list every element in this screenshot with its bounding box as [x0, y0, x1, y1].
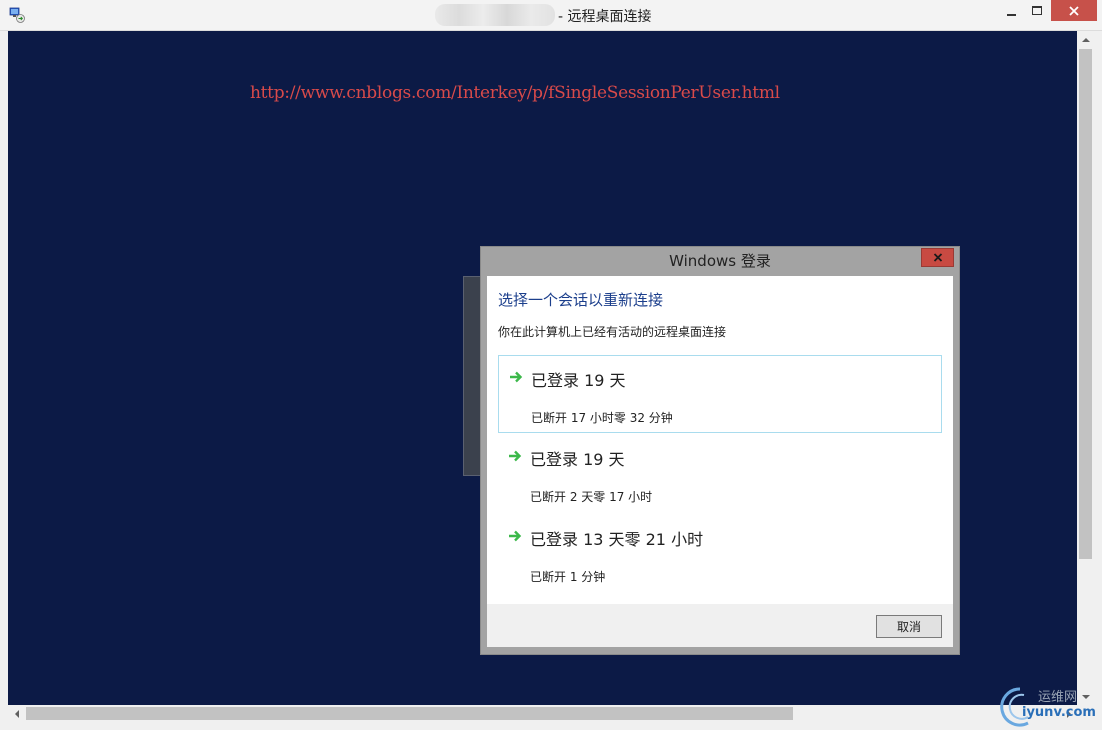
dialog-title: Windows 登录: [669, 252, 771, 270]
dialog-close-button[interactable]: [921, 248, 954, 267]
horizontal-scrollbar[interactable]: [8, 705, 1077, 722]
vertical-scrollbar[interactable]: [1077, 31, 1094, 705]
close-button[interactable]: [1051, 0, 1097, 21]
session-title: 已登录 13 天零 21 小时: [530, 530, 704, 549]
session-item[interactable]: 已登录 19 天 已断开 17 小时零 32 分钟: [498, 355, 942, 433]
minimize-icon: [1006, 13, 1016, 16]
session-status: 已断开 17 小时零 32 分钟: [531, 411, 673, 425]
site-watermark: 运维网 iyunv.com: [998, 683, 1102, 730]
window-titlebar: - 远程桌面连接: [0, 0, 1102, 31]
session-status: 已断开 2 天零 17 小时: [530, 490, 653, 504]
windows-login-dialog: Windows 登录 选择一个会话以重新连接 你在此计算机上已经有活动的远程桌面…: [480, 246, 960, 655]
session-title: 已登录 19 天: [531, 371, 626, 390]
scroll-up-button[interactable]: [1077, 31, 1094, 48]
close-icon: [1069, 5, 1079, 16]
vertical-scroll-thumb[interactable]: [1079, 49, 1092, 559]
arrow-right-icon: [510, 371, 523, 383]
maximize-button[interactable]: [1025, 0, 1049, 21]
arrow-right-icon: [509, 450, 522, 462]
remote-desktop-app-icon: [9, 7, 25, 23]
blurred-host-name: [435, 4, 555, 26]
dialog-footer: 取消: [487, 604, 953, 647]
dialog-description: 你在此计算机上已经有活动的远程桌面连接: [498, 325, 727, 339]
session-title: 已登录 19 天: [530, 450, 625, 469]
arrow-right-icon: [509, 530, 522, 542]
horizontal-scroll-thumb[interactable]: [26, 707, 793, 720]
dialog-body: 选择一个会话以重新连接 你在此计算机上已经有活动的远程桌面连接 已登录 19 天…: [487, 276, 953, 604]
window-title: - 远程桌面连接: [558, 9, 652, 25]
dialog-heading: 选择一个会话以重新连接: [498, 291, 664, 309]
chevron-up-icon: [1081, 37, 1090, 42]
scroll-left-button[interactable]: [8, 705, 25, 722]
session-item[interactable]: 已登录 13 天零 21 小时 已断开 1 分钟: [498, 515, 942, 593]
cancel-button[interactable]: 取消: [876, 615, 942, 638]
close-icon: [933, 253, 942, 262]
session-item[interactable]: 已登录 19 天 已断开 2 天零 17 小时: [498, 435, 942, 513]
maximize-icon: [1032, 6, 1042, 15]
watermark-text-bottom: iyunv.com: [1022, 705, 1096, 720]
chevron-left-icon: [14, 709, 19, 718]
watermark-text-top: 运维网: [1038, 690, 1078, 705]
minimize-button[interactable]: [999, 0, 1023, 21]
session-status: 已断开 1 分钟: [530, 570, 606, 584]
desktop-url-text: http://www.cnblogs.com/Interkey/p/fSingl…: [250, 83, 780, 103]
